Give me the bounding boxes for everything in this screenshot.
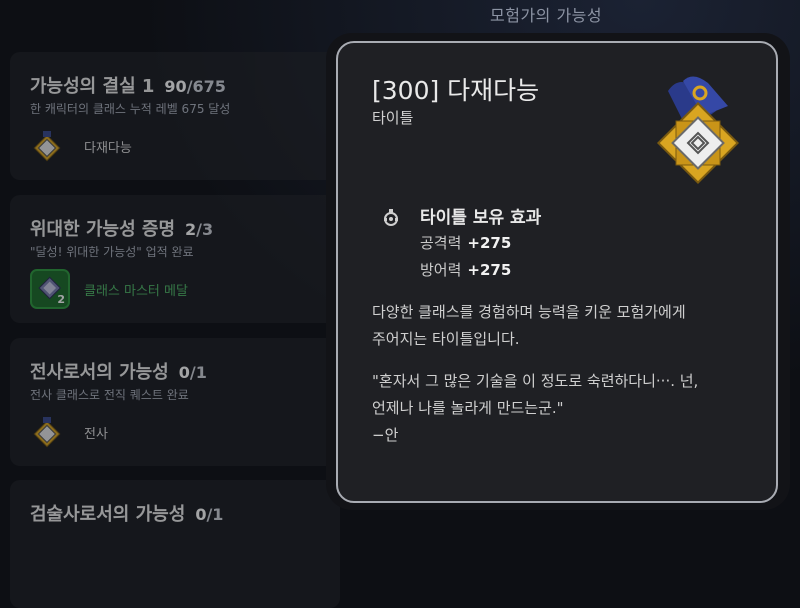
tooltip-subtitle: 타이틀 — [372, 109, 414, 127]
achievement-description: 한 캐릭터의 클래스 누적 레벨 675 달성 — [30, 102, 231, 116]
effect-heading: 타이틀 보유 효과 — [420, 208, 542, 228]
tooltip-title: [300] 다재다능 — [372, 76, 540, 105]
tooltip-description: 다양한 클래스를 경험하며 능력을 키운 모험가에게 주어지는 타이틀입니다. — [372, 303, 686, 348]
stat-defense: 방어력 +275 — [420, 261, 512, 279]
achievement-title: 가능성의 결실 1 90/675 — [30, 76, 226, 97]
title-tooltip: [300] 다재다능 타이틀 타이틀 보유 효과 공격력 +275 방어력 +275… — [326, 33, 790, 510]
achievement-reward: 전사 — [30, 412, 108, 452]
achievement-description: 전사 클래스로 전직 퀘스트 완료 — [30, 388, 189, 402]
achievement-progress: 90/675 — [164, 77, 226, 96]
achievement-title: 위대한 가능성 증명 2/3 — [30, 219, 214, 240]
achievement-reward: 다재다능 — [30, 126, 132, 166]
achievement-progress: 0/1 — [195, 505, 224, 524]
achievement-progress: 0/1 — [178, 363, 207, 382]
achievement-card[interactable]: 검술사로서의 가능성 0/1 — [10, 480, 340, 608]
achievement-title: 검술사로서의 가능성 0/1 — [30, 504, 224, 525]
tooltip-frame: [300] 다재다능 타이틀 타이틀 보유 효과 공격력 +275 방어력 +275… — [336, 41, 778, 503]
gear-icon — [380, 207, 402, 229]
medal-icon — [30, 415, 64, 449]
page-title: 모험가의 가능성 — [490, 6, 603, 25]
medal-icon — [638, 71, 758, 191]
stat-attack: 공격력 +275 — [420, 234, 512, 252]
achievement-description: "달성! 위대한 가능성" 업적 완료 — [30, 245, 194, 259]
reward-label: 클래스 마스터 메달 — [84, 283, 188, 299]
achievement-card[interactable]: 위대한 가능성 증명 2/3 "달성! 위대한 가능성" 업적 완료 2 클래스 … — [10, 195, 340, 323]
quote-author: −안 — [372, 426, 399, 444]
tooltip-quote: "혼자서 그 많은 기술을 이 정도로 숙련하다니···. 넌, 언제나 나를 … — [372, 368, 762, 449]
reward-count: 2 — [57, 293, 65, 306]
class-master-medal-icon: 2 — [30, 269, 70, 309]
reward-label: 다재다능 — [84, 140, 132, 156]
achievement-progress: 2/3 — [185, 220, 214, 239]
achievement-card[interactable]: 전사로서의 가능성 0/1 전사 클래스로 전직 퀘스트 완료 전사 — [10, 338, 340, 466]
reward-label: 전사 — [84, 426, 108, 442]
achievement-card[interactable]: 가능성의 결실 1 90/675 한 캐릭터의 클래스 누적 레벨 675 달성 … — [10, 52, 340, 180]
medal-icon — [30, 129, 64, 163]
achievement-title: 전사로서의 가능성 0/1 — [30, 362, 207, 383]
achievement-reward: 2 클래스 마스터 메달 — [30, 269, 188, 309]
